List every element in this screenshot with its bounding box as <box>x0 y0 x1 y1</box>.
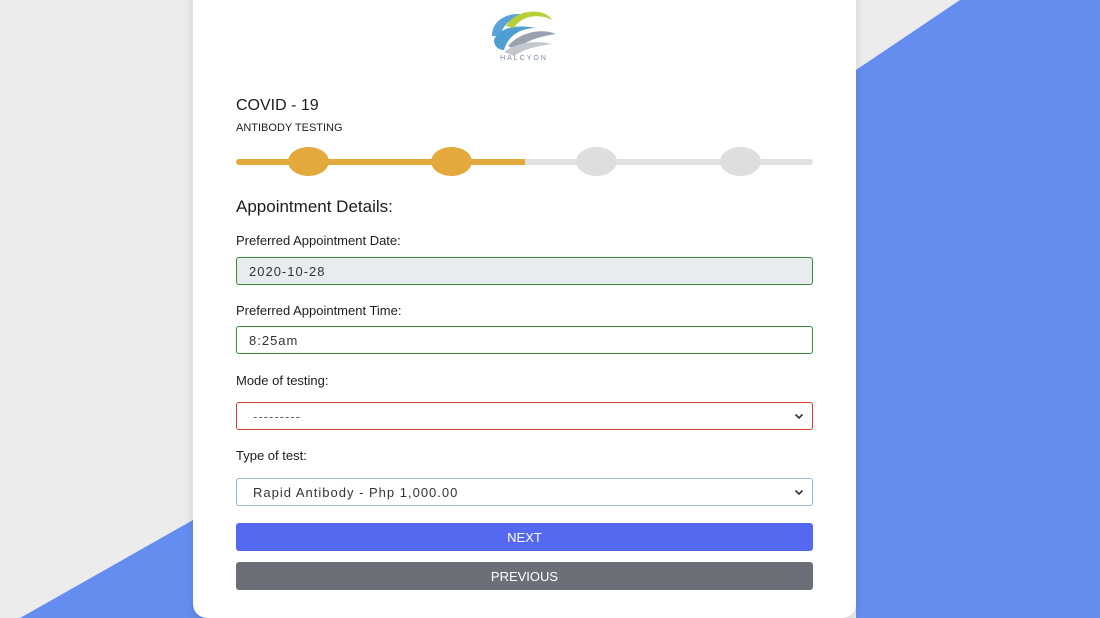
section-heading: Appointment Details: <box>236 197 393 216</box>
test-type-select[interactable]: Rapid Antibody - Php 1,000.00 <box>236 478 813 506</box>
test-type-label: Type of test: <box>236 448 307 463</box>
page-subtitle: ANTIBODY TESTING <box>236 122 343 134</box>
date-label: Preferred Appointment Date: <box>236 233 401 248</box>
progress-step-2 <box>431 147 472 176</box>
progress-fill <box>236 159 525 165</box>
time-label: Preferred Appointment Time: <box>236 303 402 318</box>
page-title: COVID - 19 <box>236 97 319 114</box>
previous-button[interactable]: PREVIOUS <box>236 562 813 590</box>
progress-step-3 <box>576 147 617 176</box>
mode-of-testing-select[interactable]: --------- <box>236 402 813 430</box>
progress-step-4 <box>720 147 761 176</box>
test-type-selected-value: Rapid Antibody - Php 1,000.00 <box>253 484 459 500</box>
chevron-down-icon <box>794 489 804 496</box>
appointment-date-field[interactable] <box>236 257 813 285</box>
progress-step-1 <box>288 147 329 176</box>
logo-text: HALCYON <box>500 55 548 62</box>
appointment-time-field[interactable] <box>236 326 813 354</box>
next-button[interactable]: NEXT <box>236 523 813 551</box>
chevron-down-icon <box>794 413 804 420</box>
mode-selected-value: --------- <box>253 408 301 424</box>
mode-label: Mode of testing: <box>236 373 329 388</box>
